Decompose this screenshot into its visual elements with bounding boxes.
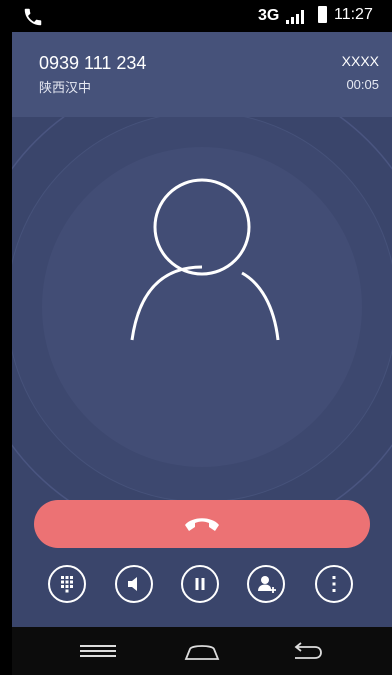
pause-icon xyxy=(195,578,205,590)
more-button[interactable] xyxy=(315,565,353,603)
menu-icon xyxy=(80,645,116,657)
call-header: 0939 111 234 陕西汉中 XXXX 00:05 xyxy=(12,32,392,117)
more-vertical-icon xyxy=(332,576,336,592)
home-icon xyxy=(184,645,220,660)
add-contact-icon xyxy=(258,576,276,593)
end-call-button[interactable] xyxy=(34,500,370,548)
call-controls xyxy=(12,565,392,609)
status-time: 11:27 xyxy=(334,6,373,23)
speaker-button[interactable] xyxy=(115,565,153,603)
hang-up-icon xyxy=(185,518,219,531)
battery-icon xyxy=(318,6,327,23)
navigation-bar xyxy=(12,627,392,675)
hold-button[interactable] xyxy=(181,565,219,603)
phone-frame: 3G 11:27 0939 111 234 陕西汉中 XXXX 00:05 xyxy=(0,0,392,675)
in-call-screen: 3G 11:27 0939 111 234 陕西汉中 XXXX 00:05 xyxy=(12,0,392,675)
menu-button[interactable] xyxy=(78,639,118,663)
back-button[interactable] xyxy=(287,639,327,663)
signal-icon xyxy=(286,10,304,24)
network-type: 3G xyxy=(258,7,280,24)
status-bar: 3G 11:27 xyxy=(12,0,392,32)
caller-location: 陕西汉中 xyxy=(39,80,92,95)
home-button[interactable] xyxy=(182,639,222,663)
dialpad-button[interactable] xyxy=(48,565,86,603)
contact-avatar-icon xyxy=(130,178,280,341)
add-call-button[interactable] xyxy=(247,565,285,603)
sim-label: XXXX xyxy=(341,53,379,69)
back-icon xyxy=(294,642,322,659)
call-duration: 00:05 xyxy=(346,77,379,92)
speaker-icon xyxy=(128,577,137,591)
dialpad-icon xyxy=(61,576,73,593)
phone-call-icon xyxy=(24,8,42,26)
caller-number: 0939 111 234 xyxy=(39,53,147,73)
